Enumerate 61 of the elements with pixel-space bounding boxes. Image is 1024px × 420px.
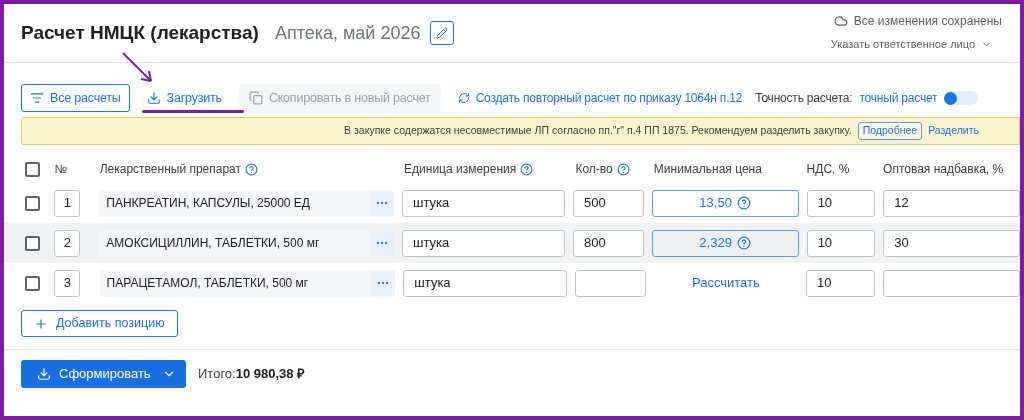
accuracy-label: Точность расчета:: [755, 90, 853, 107]
all-calculations-button[interactable]: Все расчеты: [21, 84, 130, 112]
help-icon[interactable]: [736, 236, 751, 250]
generate-button[interactable]: Сформировать: [21, 360, 186, 388]
accuracy-value[interactable]: точный расчет: [859, 89, 938, 107]
column-header: Кол-во: [575, 161, 613, 178]
checkbox[interactable]: [25, 195, 40, 211]
checkbox[interactable]: [25, 161, 40, 177]
split-link[interactable]: Разделить: [928, 123, 979, 139]
price-field[interactable]: 13,50: [651, 189, 799, 217]
quantity-field[interactable]: 500: [573, 189, 644, 217]
total-label: Итого:10 980,38 ₽: [198, 365, 306, 384]
column-header: №: [54, 161, 68, 178]
help-icon[interactable]: [736, 196, 751, 210]
column-header: Минимальная цена: [653, 161, 762, 178]
details-button[interactable]: Подробнее: [857, 122, 923, 140]
column-header: НДС, %: [806, 161, 850, 178]
markup-field[interactable]: 30: [883, 229, 1020, 257]
responsible-dropdown[interactable]: Указать ответственное лицо: [830, 36, 1002, 53]
drug-field[interactable]: ПАРАЦЕТАМОЛ, ТАБЛЕТКИ, 500 мг: [99, 269, 396, 297]
vat-field[interactable]: 10: [806, 229, 876, 257]
quantity-field[interactable]: [574, 269, 646, 297]
column-header: Лекарственный препарат: [99, 161, 242, 178]
unit-field[interactable]: штука: [402, 229, 566, 257]
row-number: 1: [54, 189, 81, 217]
unit-field[interactable]: штука: [402, 189, 566, 217]
checkbox[interactable]: [25, 235, 40, 251]
price-field[interactable]: 2,329: [651, 229, 799, 257]
drug-field[interactable]: АМОКСИЦИЛЛИН, ТАБЛЕТКИ, 500 мг: [99, 229, 395, 257]
calculate-link[interactable]: Рассчитать: [691, 273, 760, 293]
help-icon[interactable]: [616, 162, 630, 176]
column-header: Оптовая надбавка, %: [883, 161, 1004, 178]
add-position-button[interactable]: Добавить позицию: [21, 310, 178, 337]
repeat-calculation-link[interactable]: Создать повторный расчет по приказу 1064н п.12: [451, 84, 749, 112]
warning-text: В закупке содержатся несовместимые ЛП согласно пп."г" п.4 ПП 1875. Рекомендуем разделить закупку.: [344, 123, 852, 139]
help-icon[interactable]: [245, 162, 259, 176]
page-subtitle: Аптека, май 2026: [274, 21, 421, 45]
column-header: Единица измерения: [404, 161, 517, 178]
vat-field[interactable]: 10: [806, 189, 876, 217]
copy-icon: [248, 91, 263, 105]
quantity-field[interactable]: 800: [573, 229, 644, 257]
vat-field[interactable]: 10: [806, 269, 875, 297]
pencil-icon: [436, 27, 449, 39]
upload-button[interactable]: Загрузить: [136, 84, 232, 112]
checkbox[interactable]: [25, 275, 40, 291]
markup-field[interactable]: 12: [883, 189, 1020, 217]
page-title: Расчет НМЦК (лекарства): [21, 20, 259, 45]
row-number: 2: [54, 229, 81, 257]
refresh-icon: [457, 92, 470, 104]
download-icon: [37, 367, 51, 381]
cloud-icon: [833, 14, 848, 28]
help-icon[interactable]: [520, 162, 534, 176]
row-number: 3: [54, 269, 81, 297]
unit-field[interactable]: штука: [403, 269, 567, 297]
edit-button[interactable]: [430, 21, 455, 45]
drug-field[interactable]: ПАНКРЕАТИН, КАПСУЛЫ, 25000 ЕД: [99, 189, 395, 217]
download-icon: [146, 91, 161, 105]
markup-field[interactable]: [882, 269, 1020, 297]
toggle-switch[interactable]: [944, 91, 979, 105]
plus-icon: [34, 316, 48, 331]
save-status: Все изменения сохранены: [853, 13, 1002, 30]
